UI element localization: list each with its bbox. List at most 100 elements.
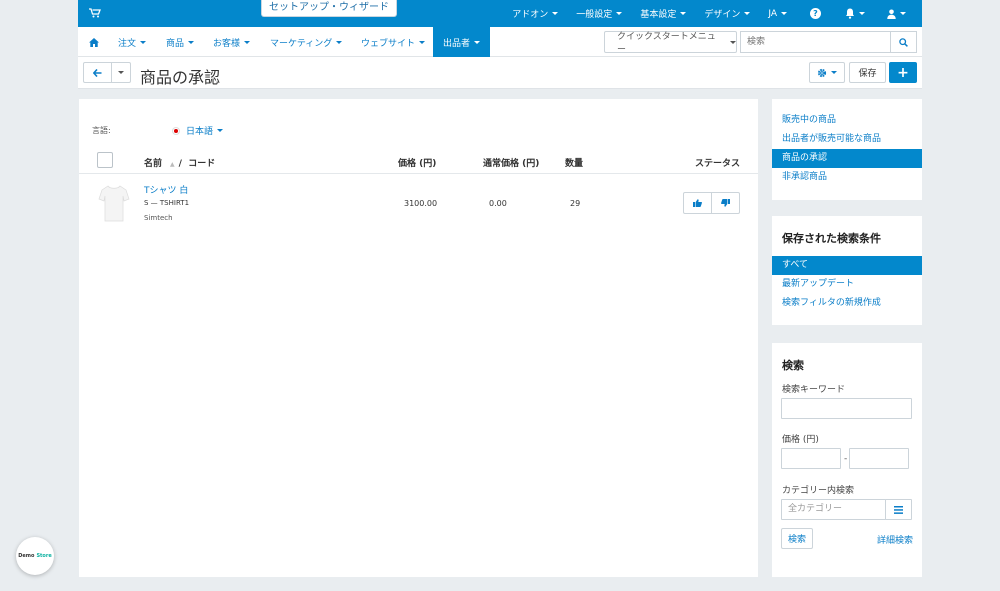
nav-label: 商品 <box>166 38 185 49</box>
top-menu-label: デザイン <box>704 10 741 20</box>
language-label: 言語: <box>92 126 111 135</box>
search-submit-button[interactable]: 検索 <box>781 528 813 549</box>
column-price-header[interactable]: 価格 (円) <box>398 156 436 169</box>
caret-down-icon <box>419 40 426 44</box>
history-dropdown-button[interactable] <box>112 63 130 82</box>
demo-badge-text: Demo <box>18 553 35 559</box>
caret-down-icon <box>781 12 787 15</box>
keyword-input[interactable] <box>781 398 912 419</box>
caret-down-icon <box>244 40 251 44</box>
top-menu-label: 一般設定 <box>576 10 613 20</box>
top-menu-addons[interactable]: アドオン <box>503 0 567 27</box>
cart-icon[interactable] <box>89 8 101 18</box>
category-input[interactable]: 全カテゴリー <box>781 499 886 520</box>
user-icon <box>887 9 896 19</box>
sidebar-item-products-on-sale[interactable]: 販売中の商品 <box>772 111 922 130</box>
help-icon: ? <box>810 8 821 19</box>
nav-customers[interactable]: お客様 <box>213 27 251 57</box>
quickstart-label: クイックスタートメニュー <box>617 32 716 55</box>
product-views-box: 販売中の商品 出品者が販売可能な商品 商品の承認 非承認商品 <box>772 99 922 200</box>
caret-down-icon <box>616 12 623 15</box>
add-button[interactable]: + <box>889 62 917 83</box>
sidebar-item-vendor-products[interactable]: 出品者が販売可能な商品 <box>772 130 922 149</box>
nav-vendors[interactable]: 出品者 <box>433 27 490 57</box>
saved-search-new-filter[interactable]: 検索フィルタの新規作成 <box>772 294 922 313</box>
product-vendor: Simtech <box>144 214 173 222</box>
sort-icon: ▲ <box>170 161 175 168</box>
top-menu-label: JA <box>768 8 777 19</box>
global-search-button[interactable] <box>890 31 917 53</box>
approve-button[interactable] <box>684 193 712 213</box>
search-icon <box>899 37 908 47</box>
table-row: Tシャツ 白 S — TSHIRT1 Simtech 3100.00 0.00 … <box>79 175 758 230</box>
list-icon <box>894 505 903 514</box>
product-list-price: 0.00 <box>489 199 507 208</box>
column-list-price-header[interactable]: 通常価格 (円) <box>483 156 539 169</box>
approval-buttons <box>683 192 740 214</box>
quickstart-menu-button[interactable]: クイックスタートメニュー <box>604 31 737 55</box>
nav-label: 注文 <box>118 38 137 49</box>
save-button[interactable]: 保存 <box>849 62 886 83</box>
caret-down-icon <box>744 12 751 15</box>
column-name-header[interactable]: 名前 ▲ / コード <box>144 156 215 169</box>
product-thumbnail[interactable] <box>98 183 130 223</box>
nav-website[interactable]: ウェブサイト <box>361 27 426 57</box>
disapprove-button[interactable] <box>712 193 739 213</box>
caret-down-icon <box>217 129 224 132</box>
price-min-input[interactable] <box>781 448 841 469</box>
caret-down-icon <box>118 71 124 74</box>
top-menu-label: アドオン <box>512 10 549 20</box>
top-menu-design[interactable]: デザイン <box>695 0 759 27</box>
price-label: 価格 (円) <box>782 435 819 445</box>
select-all-checkbox[interactable] <box>97 152 113 168</box>
column-separator: / <box>178 159 182 169</box>
nav-orders[interactable]: 注文 <box>118 27 147 57</box>
plus-icon: + <box>897 64 909 81</box>
setup-wizard-button[interactable]: セットアップ・ウィザード <box>261 0 397 17</box>
nav-label: ウェブサイト <box>361 38 416 49</box>
saved-search-latest-updates[interactable]: 最新アップデート <box>772 275 922 294</box>
column-quantity-header[interactable]: 数量 <box>565 156 583 169</box>
nav-label: お客様 <box>213 38 241 49</box>
caret-down-icon <box>859 12 865 15</box>
top-menu-basic-settings[interactable]: 基本設定 <box>631 0 695 27</box>
caret-down-icon <box>474 40 480 44</box>
category-label: カテゴリー内検索 <box>782 486 855 496</box>
nav-marketing[interactable]: マーケティング <box>270 27 343 57</box>
sidebar-item-product-approval[interactable]: 商品の承認 <box>772 149 922 168</box>
category-picker-button[interactable] <box>885 499 912 520</box>
settings-dropdown-button[interactable] <box>809 62 845 83</box>
notifications-button[interactable] <box>835 0 875 27</box>
sidebar-item-disapproved-products[interactable]: 非承認商品 <box>772 168 922 187</box>
caret-down-icon <box>680 12 687 15</box>
back-button[interactable] <box>84 63 112 82</box>
column-status-header: ステータス <box>695 159 741 169</box>
user-menu-button[interactable] <box>875 0 922 27</box>
price-max-input[interactable] <box>849 448 909 469</box>
product-code: S — TSHIRT1 <box>144 199 190 207</box>
help-button[interactable]: ? <box>796 0 835 27</box>
gear-icon <box>817 68 827 77</box>
caret-down-icon <box>552 12 559 15</box>
product-name-link[interactable]: Tシャツ 白 <box>144 183 188 196</box>
page-header: 商品の承認 保存 + <box>78 57 922 89</box>
caret-down-icon <box>831 71 837 74</box>
top-menu: アドオン 一般設定 基本設定 デザイン JA ? <box>503 0 922 27</box>
advanced-search-link[interactable]: 詳細検索 <box>877 533 913 546</box>
top-menu-language[interactable]: JA <box>759 0 796 27</box>
demo-badge-text-accent: Store <box>36 553 52 559</box>
top-bar: セットアップ・ウィザード アドオン 一般設定 基本設定 デザイン JA ? <box>78 0 922 27</box>
arrow-left-icon <box>93 68 102 77</box>
thumbs-up-icon <box>693 199 702 207</box>
nav-label: マーケティング <box>270 38 333 49</box>
saved-search-all[interactable]: すべて <box>772 256 922 275</box>
column-label: コード <box>188 159 216 169</box>
language-selector[interactable]: 日本語 <box>172 124 224 137</box>
demo-store-badge[interactable]: Demo Store <box>16 537 54 575</box>
nav-products[interactable]: 商品 <box>166 27 195 57</box>
product-price: 3100.00 <box>404 199 438 208</box>
price-range-separator: - <box>844 454 848 464</box>
global-search-input[interactable] <box>740 31 890 53</box>
top-menu-general-settings[interactable]: 一般設定 <box>567 0 631 27</box>
home-button[interactable] <box>78 27 110 57</box>
